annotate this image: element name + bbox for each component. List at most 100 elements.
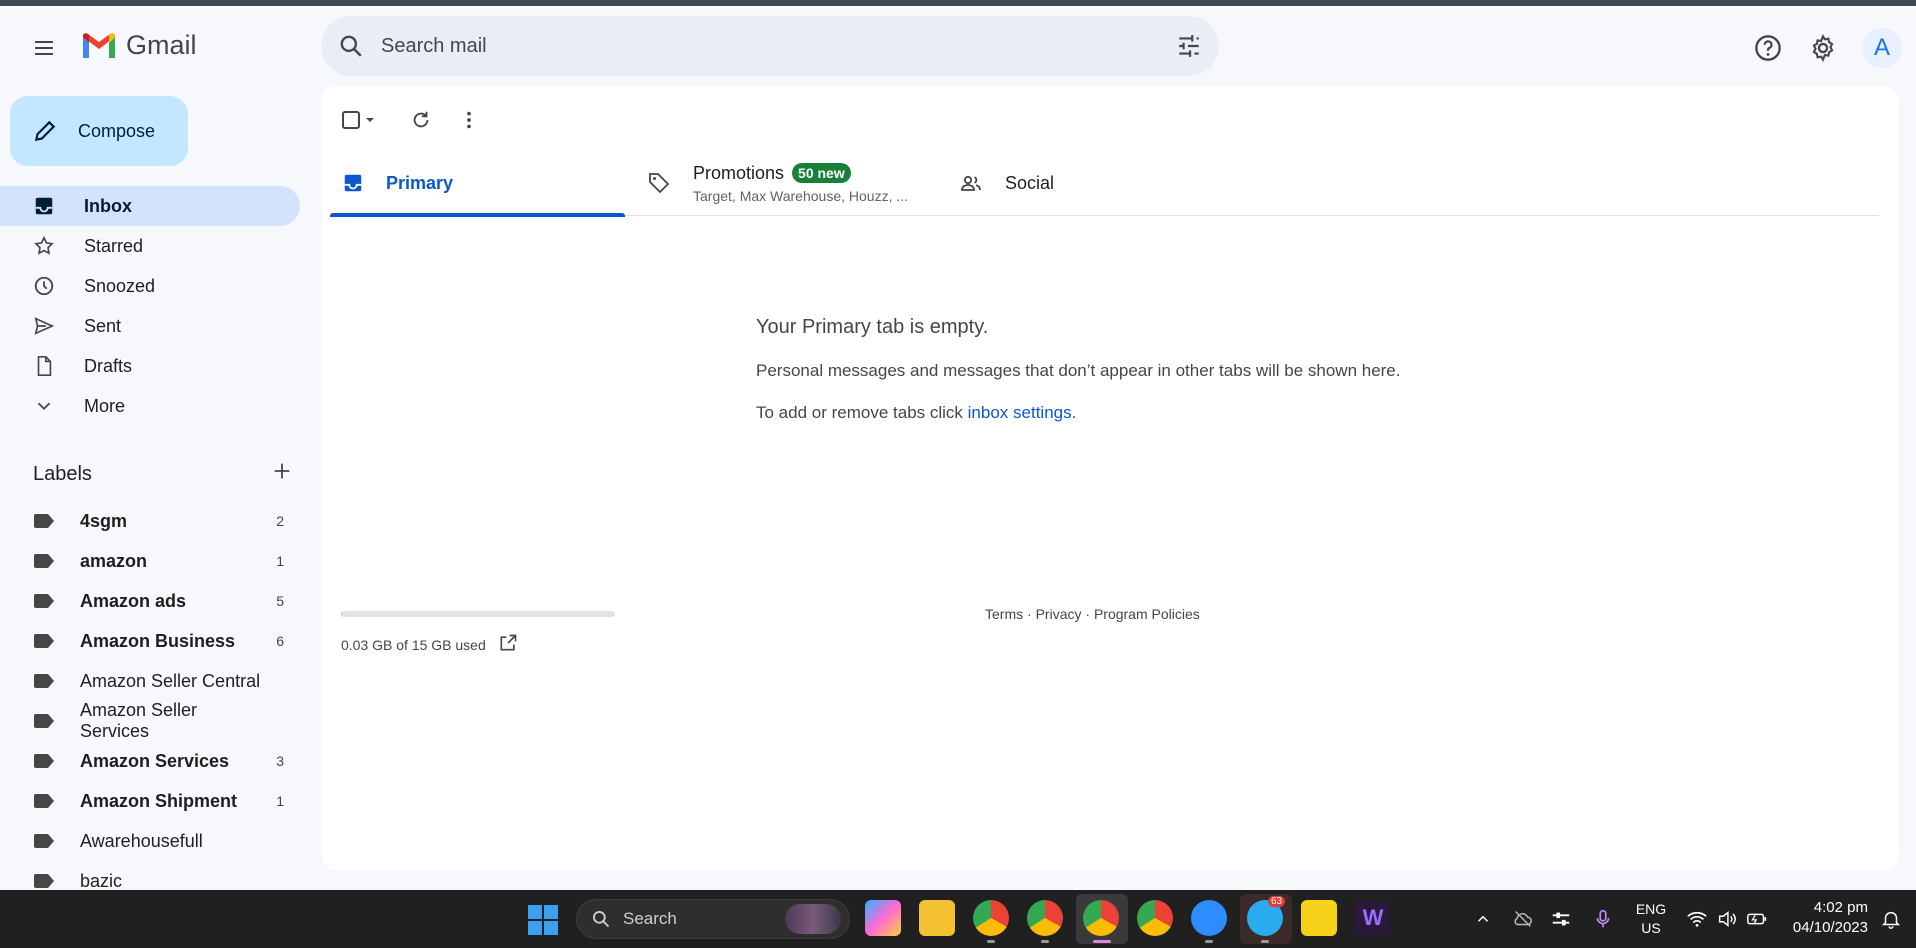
file-explorer-icon[interactable] xyxy=(919,900,955,936)
label-name: amazon xyxy=(80,550,148,571)
privacy-link[interactable]: Privacy xyxy=(1036,606,1082,622)
promotions-senders: Target, Max Warehouse, Houzz, ... xyxy=(693,187,909,204)
labels-header: Labels xyxy=(33,460,293,488)
refresh-icon xyxy=(413,111,429,128)
running-indicator xyxy=(1261,940,1269,943)
compose-label: Compose xyxy=(78,120,156,141)
footer-links: Terms · Privacy · Program Policies xyxy=(985,606,1200,622)
sidebar-item-inbox[interactable]: Inbox xyxy=(0,186,300,226)
label-item[interactable]: amazon 1 xyxy=(0,541,300,581)
clock-icon xyxy=(34,276,54,296)
notifications-icon[interactable] xyxy=(1880,908,1902,930)
label-item[interactable]: 4sgm 2 xyxy=(0,501,300,541)
taskbar-search[interactable]: Search xyxy=(576,899,850,939)
w-app-icon[interactable]: W xyxy=(1355,900,1391,936)
manage-storage-link[interactable] xyxy=(498,633,518,656)
language-code: ENG xyxy=(1635,901,1667,917)
label-item[interactable]: Amazon ads 5 xyxy=(0,581,300,621)
header: Gmail A xyxy=(0,6,1916,86)
checkbox-icon xyxy=(342,111,360,129)
chrome-icon[interactable] xyxy=(973,900,1009,936)
sticky-notes-icon[interactable] xyxy=(1301,900,1337,936)
label-count: 3 xyxy=(276,753,284,769)
sidebar-item-drafts[interactable]: Drafts xyxy=(0,346,300,386)
volume-icon[interactable] xyxy=(1716,908,1738,930)
label-item[interactable]: Amazon Services 3 xyxy=(0,741,300,781)
support-button[interactable] xyxy=(1746,26,1790,70)
account-avatar[interactable]: A xyxy=(1862,28,1902,68)
new-count-badge: 50 new xyxy=(792,163,851,183)
chrome-profile-icon[interactable] xyxy=(1027,900,1063,936)
tab-primary[interactable]: Primary xyxy=(330,150,625,217)
microphone-icon[interactable] xyxy=(1592,908,1614,930)
region-code: US xyxy=(1641,920,1661,936)
more-vert-icon xyxy=(467,111,471,129)
label-item[interactable]: Awarehousefull xyxy=(0,821,300,861)
storage-text: 0.03 GB of 15 GB used xyxy=(341,636,486,653)
settings-tray-icon[interactable] xyxy=(1550,908,1572,930)
clock-time: 4:02 pm xyxy=(1813,899,1868,916)
onedrive-offline-icon[interactable] xyxy=(1512,908,1534,930)
search-options-button[interactable] xyxy=(1159,16,1219,76)
category-tabs: Primary Promotions 50 new Target, Max Wa… xyxy=(330,150,1879,217)
input-language[interactable]: ENG US xyxy=(1634,900,1668,938)
zoom-icon[interactable] xyxy=(1191,900,1227,936)
storage-bar-fill xyxy=(341,611,343,617)
sidebar-item-starred[interactable]: Starred xyxy=(0,226,300,266)
app-name: Gmail xyxy=(126,30,197,60)
clock-date: 04/10/2023 xyxy=(1792,919,1868,936)
label-item[interactable]: Amazon Seller Services xyxy=(0,700,300,741)
gmail-logo[interactable]: Gmail xyxy=(80,30,197,61)
storage-usage: 0.03 GB of 15 GB used xyxy=(341,611,615,656)
select-dropdown[interactable] xyxy=(361,100,379,140)
hamburger-icon xyxy=(35,41,53,55)
tune-icon xyxy=(1179,35,1199,57)
empty-title: Your Primary tab is empty. xyxy=(756,316,989,338)
search-bar[interactable] xyxy=(321,16,1219,76)
label-name: 4sgm xyxy=(80,510,128,531)
sidebar-item-label: Snoozed xyxy=(84,275,156,296)
chrome-icon[interactable] xyxy=(1137,900,1173,936)
label-tag-icon xyxy=(34,674,54,688)
copilot-icon[interactable] xyxy=(865,900,901,936)
tab-social[interactable]: Social xyxy=(935,150,1245,216)
label-item[interactable]: Amazon Business 6 xyxy=(0,621,300,661)
pencil-icon xyxy=(34,120,56,142)
windows-start-icon[interactable] xyxy=(528,905,558,935)
chrome-active-icon[interactable] xyxy=(1083,900,1119,936)
search-button[interactable] xyxy=(321,16,381,76)
inbox-icon xyxy=(344,174,362,192)
star-icon xyxy=(34,235,54,255)
battery-icon[interactable] xyxy=(1746,908,1768,930)
label-item[interactable]: Amazon Shipment 1 xyxy=(0,781,300,821)
program-policies-link[interactable]: Program Policies xyxy=(1094,606,1200,622)
more-options-button[interactable] xyxy=(449,100,489,140)
tag-icon xyxy=(649,173,670,194)
label-item[interactable]: Amazon Seller Central xyxy=(0,661,300,701)
chevron-up-icon[interactable] xyxy=(1474,910,1492,928)
label-name: bazic xyxy=(80,870,123,891)
main-menu-button[interactable] xyxy=(24,28,64,68)
people-icon xyxy=(961,175,981,191)
label-tag-icon xyxy=(34,634,54,648)
label-tag-icon xyxy=(34,554,54,568)
create-label-button[interactable] xyxy=(271,460,293,488)
refresh-button[interactable] xyxy=(401,100,441,140)
send-icon xyxy=(34,317,55,335)
settings-button[interactable] xyxy=(1801,26,1845,70)
terms-link[interactable]: Terms xyxy=(985,606,1023,622)
draft-icon xyxy=(37,356,52,376)
active-indicator xyxy=(1093,940,1111,943)
help-icon xyxy=(1755,35,1781,61)
inbox-settings-link[interactable]: inbox settings xyxy=(968,403,1072,422)
search-input[interactable] xyxy=(381,34,1159,58)
system-clock[interactable]: 4:02 pm 04/10/2023 xyxy=(1786,898,1868,938)
tab-promotions[interactable]: Promotions 50 new Target, Max Warehouse,… xyxy=(625,150,935,216)
wifi-icon[interactable] xyxy=(1686,908,1708,930)
sidebar-item-snoozed[interactable]: Snoozed xyxy=(0,266,300,306)
footer-separator: · xyxy=(1023,606,1036,622)
sidebar-item-sent[interactable]: Sent xyxy=(0,306,300,346)
compose-button[interactable]: Compose xyxy=(10,96,188,166)
sidebar-item-more[interactable]: More xyxy=(0,386,300,426)
sidebar-item-label: Sent xyxy=(84,315,122,336)
